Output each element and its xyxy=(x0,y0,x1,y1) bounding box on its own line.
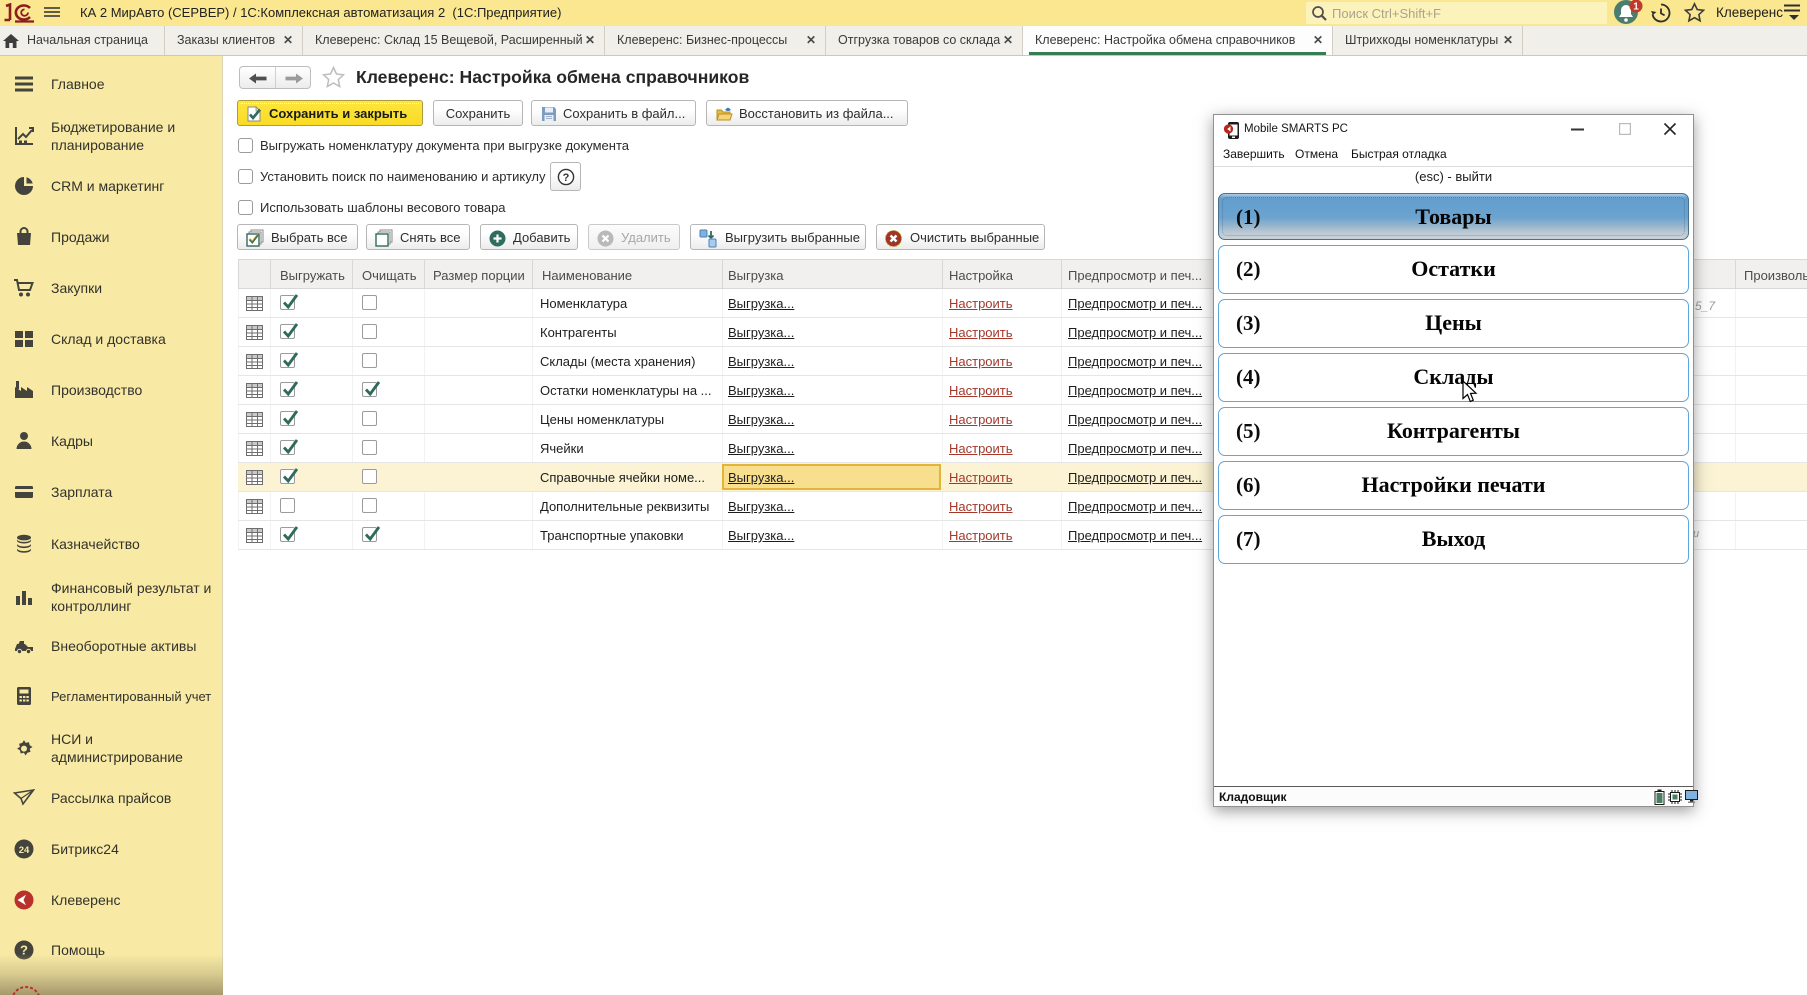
svg-text:24: 24 xyxy=(19,845,30,856)
svg-text:1: 1 xyxy=(1633,2,1639,13)
svg-text:?: ? xyxy=(563,172,570,184)
